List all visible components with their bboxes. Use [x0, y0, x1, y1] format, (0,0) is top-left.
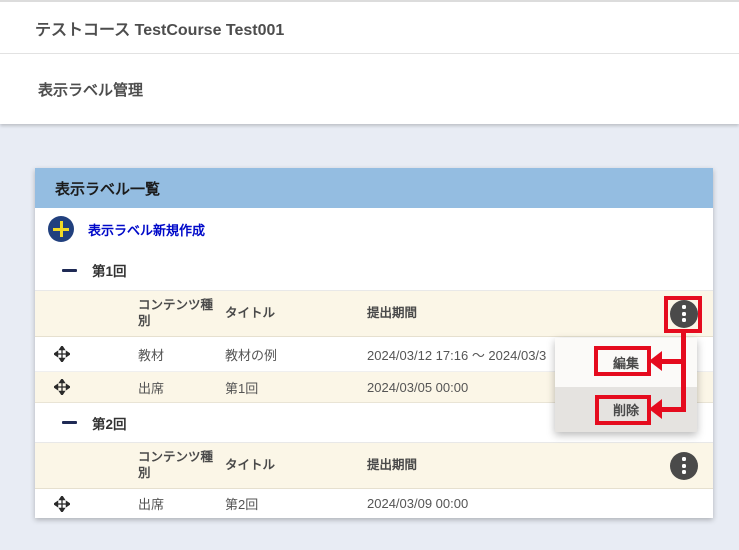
move-handle-icon[interactable] — [54, 496, 70, 512]
cell-title: 第2回 — [225, 494, 367, 513]
menu-item-edit[interactable]: 編集 — [555, 338, 697, 387]
create-label-link-text: 表示ラベル新規作成 — [88, 220, 205, 239]
course-title-row: テストコース TestCourse Test001 — [0, 2, 739, 54]
course-title: テストコース TestCourse Test001 — [35, 16, 284, 40]
cell-title: 教材の例 — [225, 345, 367, 364]
column-period: 提出期間 — [367, 306, 655, 322]
move-handle-icon[interactable] — [54, 379, 70, 395]
page-title: 表示ラベル管理 — [38, 79, 143, 100]
move-handle-icon[interactable] — [54, 346, 70, 362]
page-title-row: 表示ラベル管理 — [0, 54, 739, 124]
column-title: タイトル — [225, 306, 367, 322]
kebab-menu-icon[interactable] — [670, 452, 698, 480]
column-period: 提出期間 — [367, 458, 655, 474]
panel-title: 表示ラベル一覧 — [55, 178, 160, 199]
column-content-type: コンテンツ種別 — [138, 450, 225, 481]
collapse-icon[interactable] — [62, 269, 77, 272]
section-1-header: 第1回 — [35, 250, 713, 290]
create-label-link[interactable]: 表示ラベル新規作成 — [35, 208, 713, 250]
table-header-row: コンテンツ種別 タイトル 提出期間 — [35, 442, 713, 489]
column-content-type: コンテンツ種別 — [138, 298, 225, 329]
cell-content-type: 教材 — [138, 345, 225, 364]
page-header: テストコース TestCourse Test001 表示ラベル管理 — [0, 0, 739, 124]
column-title: タイトル — [225, 458, 367, 474]
cell-title: 第1回 — [225, 378, 367, 397]
section-1-label: 第1回 — [92, 260, 127, 280]
context-menu: 編集 削除 — [555, 338, 697, 432]
plus-icon — [48, 216, 74, 242]
collapse-icon[interactable] — [62, 421, 77, 424]
table-row: 出席 第2回 2024/03/09 00:00 — [35, 489, 713, 518]
table-header-row: コンテンツ種別 タイトル 提出期間 — [35, 290, 713, 337]
cell-content-type: 出席 — [138, 494, 225, 513]
menu-item-delete[interactable]: 削除 — [555, 387, 697, 432]
kebab-menu-icon[interactable] — [670, 300, 698, 328]
section-2-label: 第2回 — [92, 413, 127, 433]
cell-content-type: 出席 — [138, 378, 225, 397]
cell-period: 2024/03/09 00:00 — [367, 496, 655, 511]
panel-header: 表示ラベル一覧 — [35, 168, 713, 208]
